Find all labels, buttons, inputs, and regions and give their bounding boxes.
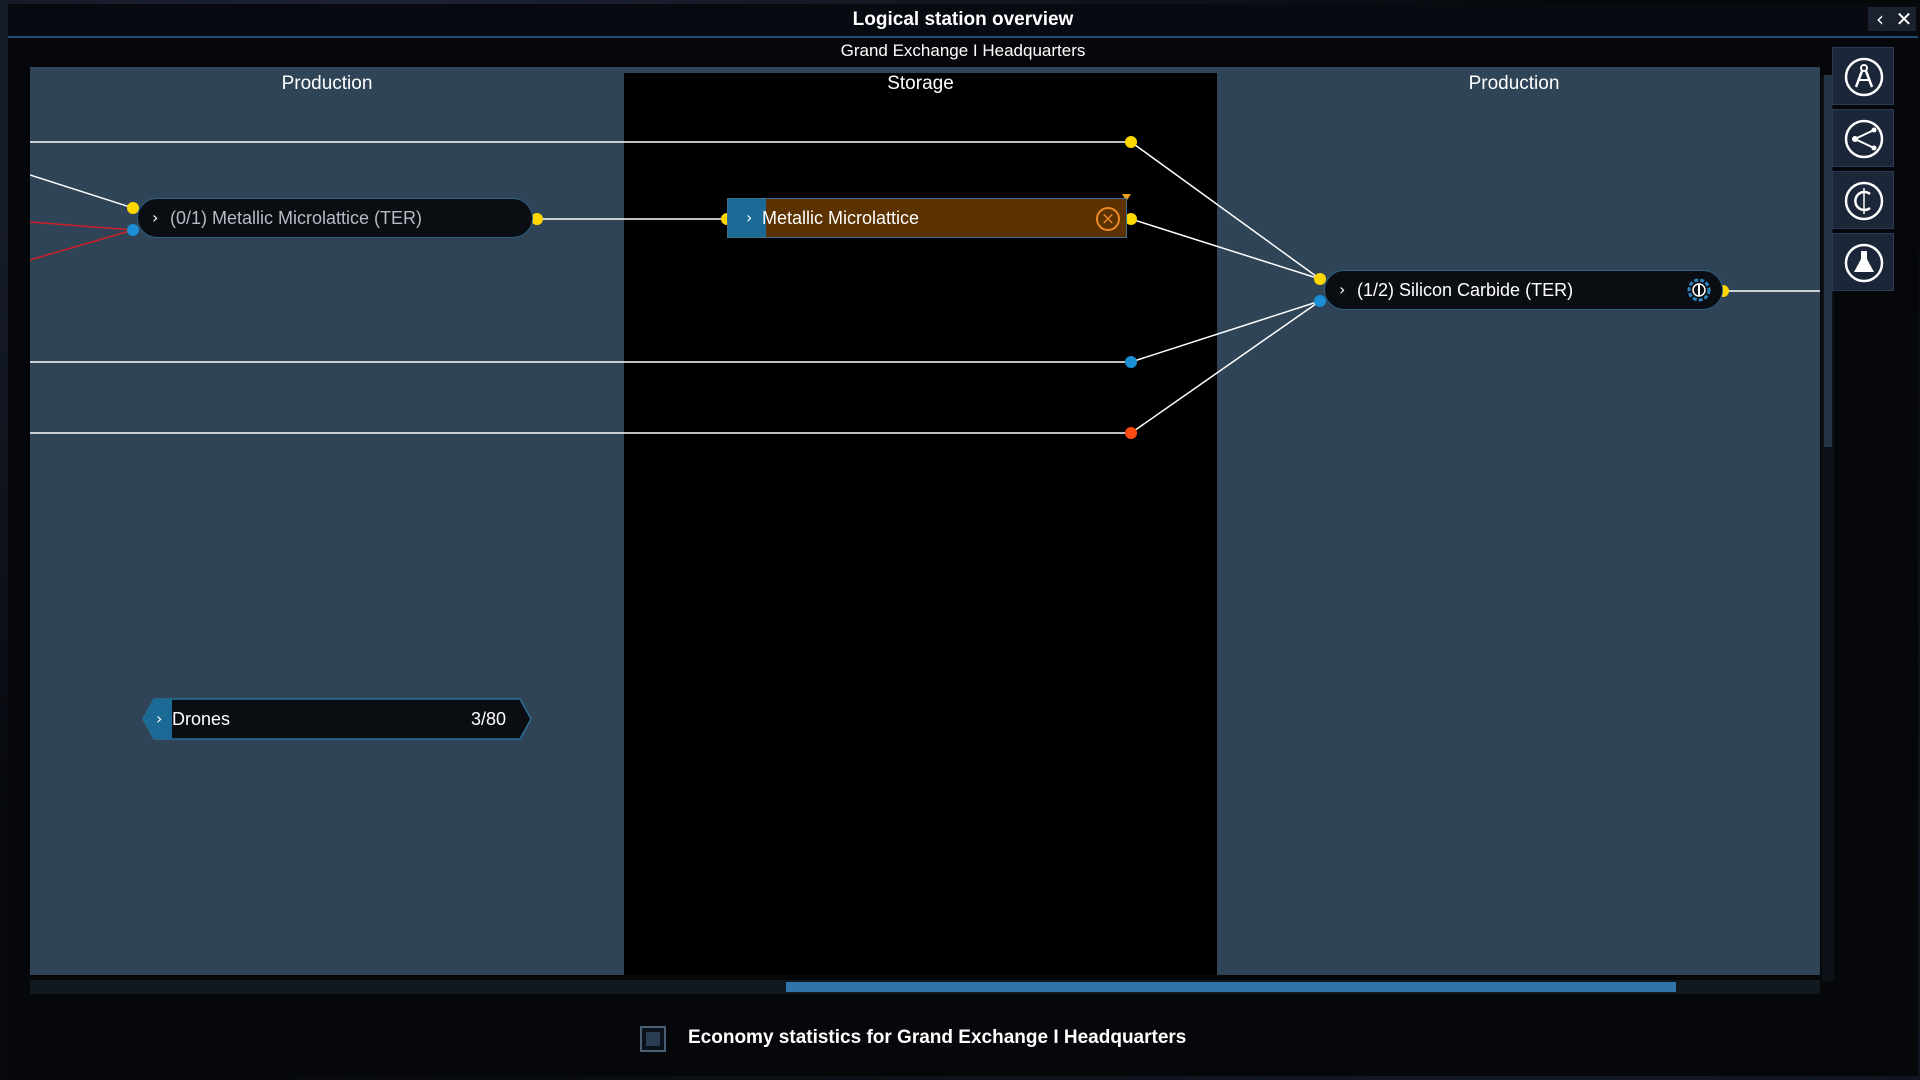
gear-icon: [1687, 278, 1711, 302]
station-overview-window: Logical station overview ‹ ✕ Grand Excha…: [8, 4, 1918, 1076]
toolbar-button-flask[interactable]: [1832, 233, 1894, 291]
deficit-link-line: [30, 229, 134, 261]
side-toolbar: [1832, 47, 1900, 305]
compass-icon: [1844, 57, 1884, 97]
share-icon: [1844, 119, 1884, 159]
drones-node[interactable]: › Drones 3/80: [142, 698, 532, 740]
cancel-icon[interactable]: ×: [1096, 207, 1120, 231]
toolbar-button-compass[interactable]: [1832, 47, 1894, 105]
horizontal-scrollbar[interactable]: [30, 980, 1820, 994]
chevron-left-icon[interactable]: ‹: [1868, 7, 1892, 31]
title-bar: Logical station overview ‹ ✕: [8, 4, 1918, 38]
storage-ware-metallic-microlattice[interactable]: › Metallic Microlattice ×: [727, 198, 1127, 238]
chevron-right-icon: ›: [156, 709, 163, 728]
link-line: [1130, 300, 1321, 363]
link-line: [1130, 300, 1321, 434]
module-label: (0/1) Metallic Microlattice (TER): [170, 208, 423, 228]
production-module-metallic-microlattice[interactable]: › (0/1) Metallic Microlattice (TER): [137, 198, 533, 238]
ware-label: Metallic Microlattice: [762, 208, 920, 228]
window-title: Logical station overview: [852, 9, 1074, 30]
deficit-link-line: [30, 221, 134, 231]
credits-icon: [1844, 181, 1884, 221]
logical-overview-canvas[interactable]: Production Storage Production › (0/1) Me…: [30, 67, 1820, 975]
link-line: [1130, 218, 1321, 280]
production-module-silicon-carbide[interactable]: › (1/2) Silicon Carbide (TER): [1324, 270, 1723, 310]
chevron-right-icon: ›: [746, 208, 753, 227]
link-line: [1130, 141, 1321, 280]
station-name: Grand Exchange I Headquarters: [840, 41, 1086, 60]
energy-connector-dot: [1314, 295, 1326, 307]
link-line: [30, 174, 134, 209]
chevron-right-icon: ›: [152, 208, 159, 227]
vertical-scrollbar-thumb[interactable]: [1824, 75, 1832, 447]
close-icon[interactable]: ✕: [1892, 7, 1916, 31]
horizontal-scrollbar-thumb[interactable]: [786, 982, 1676, 992]
drones-label: Drones: [172, 709, 231, 729]
drones-count: 3/80: [470, 709, 506, 729]
module-label: (1/2) Silicon Carbide (TER): [1357, 280, 1574, 300]
economy-statistics-label[interactable]: Economy statistics for Grand Exchange I …: [688, 1027, 1186, 1049]
flask-icon: [1844, 243, 1884, 283]
ware-connector-dot: [1125, 136, 1137, 148]
toolbar-button-share[interactable]: [1832, 109, 1894, 167]
ore-connector-dot: [1125, 427, 1137, 439]
chevron-right-icon: ›: [1339, 280, 1346, 299]
economy-statistics-checkbox[interactable]: [640, 1026, 666, 1052]
energy-connector-dot: [1125, 356, 1137, 368]
toolbar-button-credits[interactable]: [1832, 171, 1894, 229]
energy-connector-dot: [127, 224, 139, 236]
